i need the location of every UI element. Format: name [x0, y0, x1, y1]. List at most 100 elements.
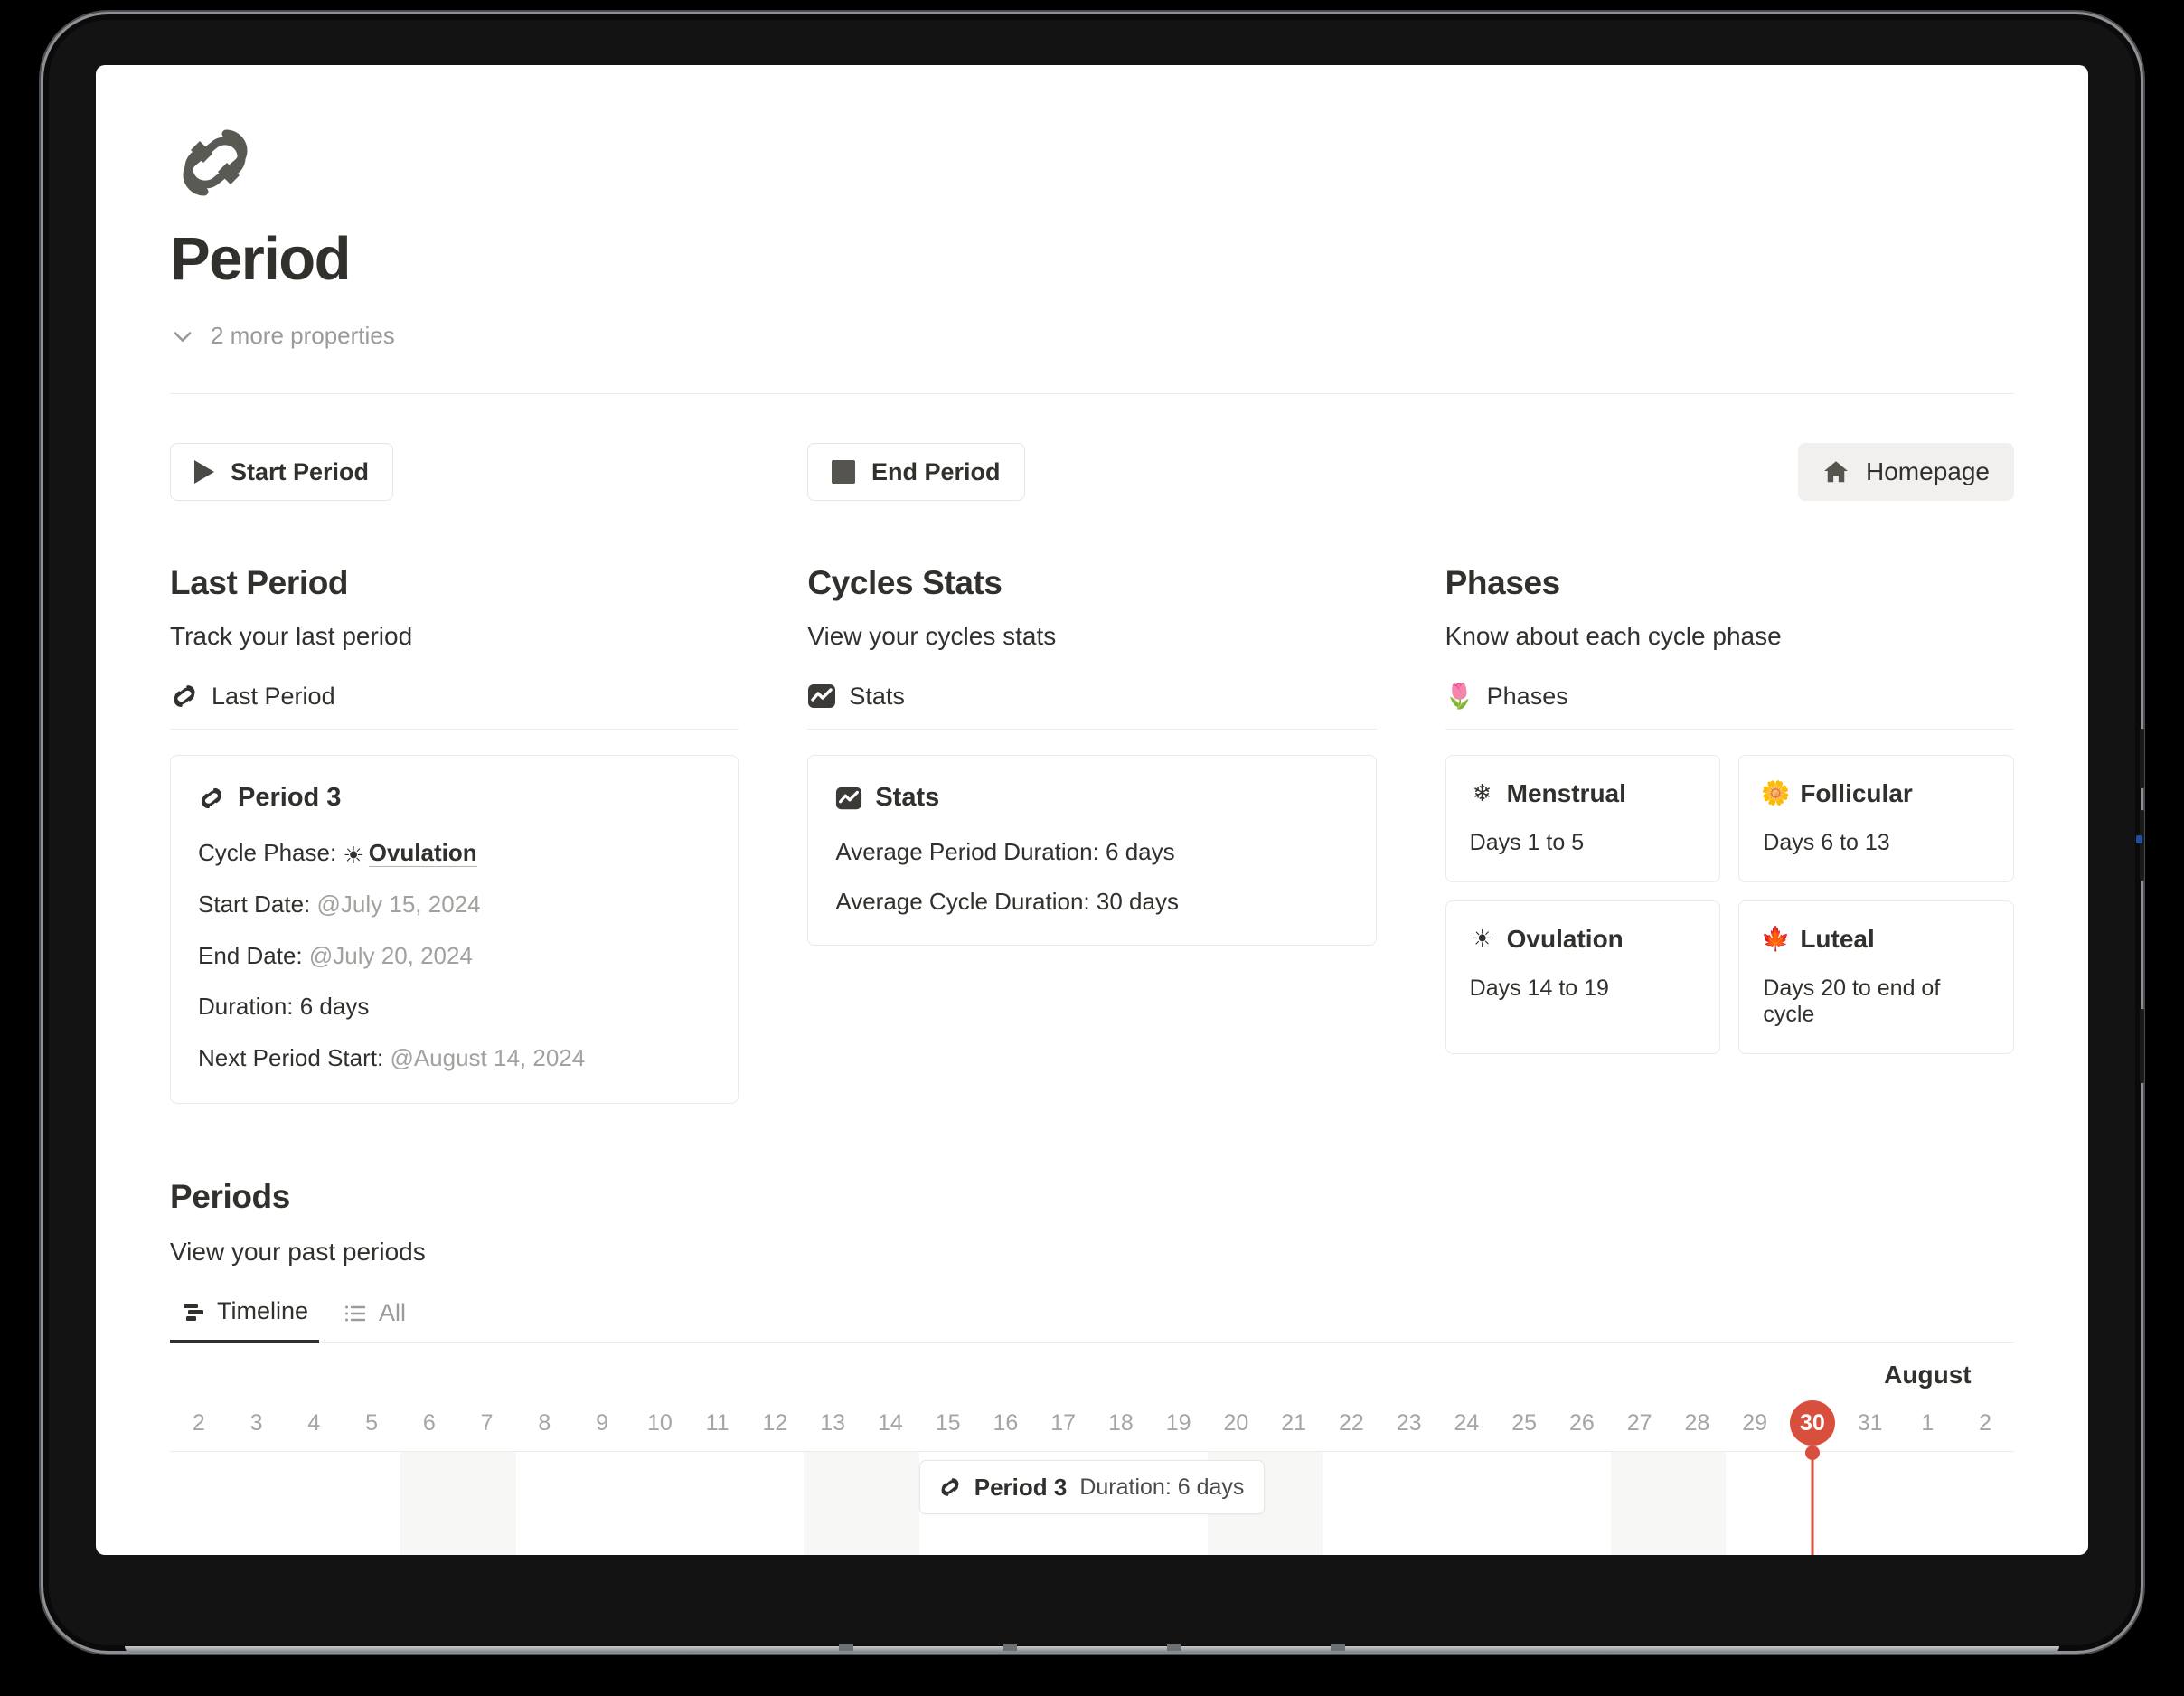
timeline-column	[400, 1452, 458, 1555]
last-period-subtitle: Track your last period	[170, 622, 413, 651]
phases-db-title[interactable]: 🌷 Phases	[1445, 682, 2014, 729]
properties-toggle[interactable]: 2 more properties	[170, 322, 2014, 350]
today-marker-dot	[1804, 1446, 1820, 1461]
timeline-day-label: 9	[596, 1410, 609, 1437]
end-period-button[interactable]: End Period	[807, 443, 1025, 502]
header-divider	[170, 393, 2014, 395]
phase-name: Luteal	[1800, 925, 1875, 954]
last-period-card[interactable]: Period 3 Cycle Phase: ☀ Ovulation Start D…	[170, 755, 739, 1105]
phase-card-luteal[interactable]: 🍁 Luteal Days 20 to end of cycle	[1738, 900, 2014, 1055]
start-period-button[interactable]: Start Period	[170, 443, 394, 502]
timeline-day-label: 13	[820, 1410, 846, 1437]
timeline-day-label: 3	[249, 1410, 263, 1437]
next-period-start-row: Next Period Start: @August 14, 2024	[198, 1043, 711, 1073]
start-date-label: Start Date:	[198, 890, 311, 919]
timeline-day-label: 17	[1050, 1410, 1077, 1437]
next-period-start-label: Next Period Start:	[198, 1043, 384, 1071]
timeline-day-label: 26	[1568, 1410, 1595, 1437]
stats-card-head: Stats	[835, 783, 1348, 813]
timeline-column	[689, 1452, 747, 1555]
phase-name: Ovulation	[1506, 925, 1624, 954]
timeline-column	[457, 1452, 516, 1555]
today-marker-line	[1811, 1451, 1814, 1555]
tablet-device-frame: Period 2 more properties Start Period En…	[43, 14, 2144, 1653]
device-side-button-bottom[interactable]	[2140, 1009, 2144, 1083]
timeline-period-bar[interactable]: Period 3 Duration: 6 days	[918, 1460, 1266, 1515]
last-period-db-title[interactable]: Last Period	[170, 682, 739, 729]
timeline-day-label: 5	[365, 1410, 379, 1437]
timeline-column	[516, 1452, 574, 1555]
tab-timeline-label: Timeline	[217, 1297, 309, 1325]
periods-subtitle: View your past periods	[170, 1238, 426, 1267]
timeline-day-label: 1	[1921, 1410, 1935, 1437]
phase-card-menstrual[interactable]: ❄ Menstrual Days 1 to 5	[1445, 755, 1721, 883]
device-side-button-top[interactable]	[2140, 729, 2144, 788]
timeline-day-label: 29	[1742, 1410, 1768, 1437]
phases-subtitle: Know about each cycle phase	[1445, 622, 1782, 651]
timeline-column	[631, 1452, 689, 1555]
cycles-stats-db-title[interactable]: Stats	[807, 682, 1376, 729]
sections-row: Last Period Track your last period Last …	[170, 564, 2014, 1105]
timeline-column	[1956, 1452, 2014, 1555]
tab-timeline[interactable]: Timeline	[170, 1294, 320, 1343]
end-date-label: End Date:	[198, 941, 303, 969]
homepage-button[interactable]: Homepage	[1798, 443, 2014, 502]
cycles-stats-subtitle: View your cycles stats	[807, 622, 1057, 651]
timeline-column	[1899, 1452, 1957, 1555]
play-icon	[194, 460, 214, 485]
chart-icon	[835, 785, 862, 812]
stats-card[interactable]: Stats Average Period Duration: 6 days Av…	[807, 755, 1377, 947]
start-date-value[interactable]: @July 15, 2024	[317, 890, 481, 918]
timeline-day-label: 2	[1979, 1410, 1992, 1437]
phase-card-follicular[interactable]: 🌼 Follicular Days 6 to 13	[1738, 755, 2014, 883]
timeline-day-label: 31	[1857, 1410, 1883, 1437]
duration-label: Duration:	[198, 993, 294, 1021]
timeline-column	[1553, 1452, 1611, 1555]
stats-card-name: Stats	[875, 783, 940, 813]
timeline-column	[286, 1452, 344, 1555]
flower-icon: 🌼	[1761, 780, 1791, 808]
device-side-button-middle[interactable]	[2140, 810, 2144, 881]
last-period-card-head: Period 3	[198, 783, 711, 813]
avg-cycle-duration: Average Cycle Duration: 30 days	[835, 888, 1179, 916]
timeline-day-label: 27	[1626, 1410, 1652, 1437]
chart-icon	[807, 682, 836, 711]
phase-name: Follicular	[1800, 779, 1913, 808]
section-periods: Periods View your past periods Timeline …	[170, 1178, 2014, 1555]
timeline-day-label: 23	[1396, 1410, 1422, 1437]
link-icon	[170, 118, 260, 208]
page-title: Period	[170, 225, 352, 293]
duration-value: 6 days	[299, 993, 370, 1021]
view-tabs: Timeline All	[170, 1294, 2014, 1343]
notion-page: Period 2 more properties Start Period En…	[96, 65, 2088, 1555]
leaf-icon: 🍁	[1761, 926, 1791, 954]
end-date-value[interactable]: @July 20, 2024	[309, 942, 473, 969]
timeline-day-label: 7	[480, 1410, 494, 1437]
timeline-day-label: 20	[1223, 1410, 1249, 1437]
timeline-column	[1265, 1452, 1323, 1555]
tab-all[interactable]: All	[332, 1296, 417, 1342]
phase-days: Days 14 to 19	[1469, 975, 1609, 1002]
last-period-title: Last Period	[170, 564, 349, 602]
phase-card-head: 🍁 Luteal	[1761, 925, 1990, 954]
link-icon	[938, 1475, 962, 1499]
timeline-bar-meta: Duration: 6 days	[1079, 1474, 1245, 1500]
timeline-column	[1438, 1452, 1496, 1555]
next-period-start-value[interactable]: @August 14, 2024	[390, 1044, 585, 1071]
timeline-day-label: 6	[422, 1410, 436, 1437]
phase-card-head: 🌼 Follicular	[1761, 779, 1990, 808]
timeline-column	[1841, 1452, 1899, 1555]
timeline[interactable]: August 2 3 4 5 6 7 8 9 10 11 12 13 14 15 16 17 18 19 20 21 2…	[170, 1361, 2014, 1555]
device-connector-pins	[839, 1644, 1345, 1651]
timeline-month-label: August	[1884, 1361, 1972, 1390]
link-icon	[198, 785, 225, 812]
action-button-row: Start Period End Period Homepage	[170, 443, 2014, 508]
start-period-label: Start Period	[231, 457, 370, 485]
cycle-phase-value[interactable]: Ovulation	[368, 839, 477, 868]
chevron-down-icon	[170, 324, 195, 349]
timeline-column	[1726, 1452, 1784, 1555]
device-status-led	[2136, 835, 2142, 843]
timeline-today-label: 30	[1784, 1400, 1841, 1446]
phase-card-ovulation[interactable]: ☀ Ovulation Days 14 to 19	[1445, 900, 1721, 1055]
timeline-column	[747, 1452, 805, 1555]
